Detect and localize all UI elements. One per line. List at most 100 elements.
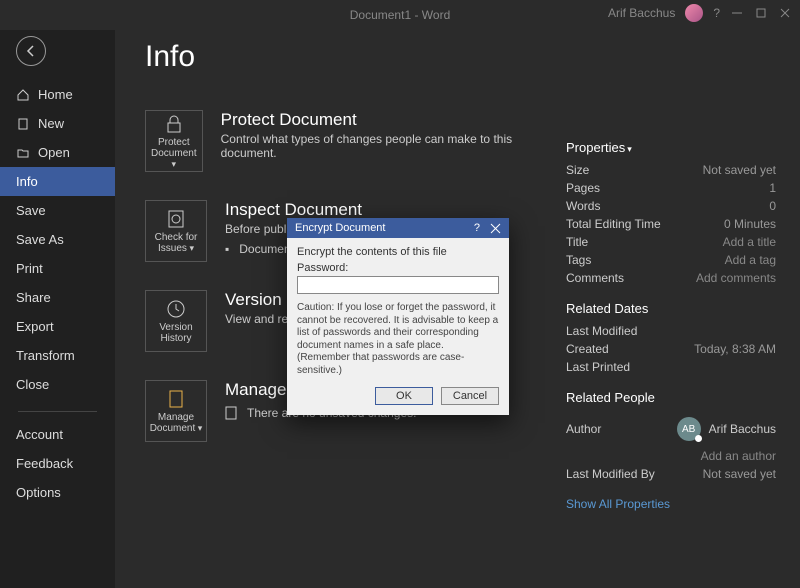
prop-tet-label: Total Editing Time <box>566 217 661 231</box>
document-icon <box>225 406 237 420</box>
manage-document-tile[interactable]: Manage Document <box>145 380 207 442</box>
sidebar-item-print[interactable]: Print <box>0 254 115 283</box>
prop-created-label: Created <box>566 342 609 356</box>
sidebar-label: Transform <box>16 348 75 363</box>
sidebar-item-transform[interactable]: Transform <box>0 341 115 370</box>
show-all-properties-link[interactable]: Show All Properties <box>566 497 776 511</box>
tile-label: Protect Document <box>148 137 200 170</box>
open-icon <box>16 146 30 160</box>
sidebar-label: Options <box>16 485 61 500</box>
prop-last-printed-label: Last Printed <box>566 360 630 374</box>
tile-label: Check for Issues <box>148 232 204 254</box>
prop-tags-label: Tags <box>566 253 591 267</box>
prop-tags-value[interactable]: Add a tag <box>725 253 776 267</box>
ok-button[interactable]: OK <box>375 387 433 405</box>
sidebar-label: Home <box>38 87 73 102</box>
prop-tet-value: 0 Minutes <box>724 217 776 231</box>
sidebar-label: Share <box>16 290 51 305</box>
dialog-subtitle: Encrypt the contents of this file <box>297 246 499 258</box>
sidebar-label: New <box>38 116 64 131</box>
sidebar-label: Account <box>16 427 63 442</box>
dialog-caution: Caution: If you lose or forget the passw… <box>297 302 499 377</box>
inspect-title: Inspect Document <box>225 200 499 220</box>
sidebar-item-account[interactable]: Account <box>0 420 115 449</box>
backstage-sidebar: Home New Open Info Save Save As Print Sh… <box>0 30 115 588</box>
prop-comments-label: Comments <box>566 271 624 285</box>
prop-pages-value: 1 <box>769 181 776 195</box>
prop-author-label: Author <box>566 422 601 436</box>
protect-desc: Control what types of changes people can… <box>221 132 544 160</box>
dialog-close-icon[interactable] <box>490 223 501 234</box>
titlebar: Document1 - Word Arif Bacchus ? <box>0 0 800 30</box>
sidebar-item-export[interactable]: Export <box>0 312 115 341</box>
cancel-button[interactable]: Cancel <box>441 387 499 405</box>
sidebar-label: Close <box>16 377 49 392</box>
prop-title-label: Title <box>566 235 588 249</box>
sidebar-item-share[interactable]: Share <box>0 283 115 312</box>
version-history-tile[interactable]: Version History <box>145 290 207 352</box>
avatar: AB <box>677 417 701 441</box>
inspect-icon <box>165 208 187 230</box>
properties-panel: Properties▾ SizeNot saved yet Pages1 Wor… <box>566 40 776 584</box>
sidebar-item-close[interactable]: Close <box>0 370 115 399</box>
prop-created-value: Today, 8:38 AM <box>694 342 776 356</box>
titlebar-controls: Arif Bacchus ? <box>608 4 792 22</box>
protect-document-tile[interactable]: Protect Document <box>145 110 203 172</box>
sidebar-item-open[interactable]: Open <box>0 138 115 167</box>
sidebar-label: Feedback <box>16 456 73 471</box>
sidebar-item-new[interactable]: New <box>0 109 115 138</box>
new-icon <box>16 117 30 131</box>
author-name: Arif Bacchus <box>709 422 776 436</box>
dialog-title-text: Encrypt Document <box>295 222 474 234</box>
sidebar-label: Open <box>38 145 70 160</box>
sidebar-item-save-as[interactable]: Save As <box>0 225 115 254</box>
user-name: Arif Bacchus <box>608 6 675 20</box>
back-button[interactable] <box>16 36 46 66</box>
author-value[interactable]: AB Arif Bacchus <box>677 417 776 441</box>
close-icon[interactable] <box>778 6 792 20</box>
properties-heading[interactable]: Properties▾ <box>566 140 776 155</box>
user-avatar[interactable] <box>685 4 703 22</box>
prop-size-label: Size <box>566 163 589 177</box>
related-dates-heading: Related Dates <box>566 301 776 316</box>
sidebar-label: Export <box>16 319 54 334</box>
tile-label: Version History <box>148 322 204 344</box>
password-input[interactable] <box>297 276 499 294</box>
divider <box>18 411 97 412</box>
prop-lmb-label: Last Modified By <box>566 467 655 481</box>
minimize-icon[interactable] <box>730 6 744 20</box>
encrypt-document-dialog: Encrypt Document ? Encrypt the contents … <box>287 218 509 415</box>
sidebar-item-info[interactable]: Info <box>0 167 115 196</box>
prop-words-label: Words <box>566 199 600 213</box>
prop-comments-value[interactable]: Add comments <box>696 271 776 285</box>
sidebar-label: Save As <box>16 232 64 247</box>
add-author[interactable]: Add an author <box>701 449 776 463</box>
prop-title-value[interactable]: Add a title <box>723 235 776 249</box>
dialog-titlebar[interactable]: Encrypt Document ? <box>287 218 509 238</box>
dialog-help-icon[interactable]: ? <box>474 222 480 234</box>
prop-words-value: 0 <box>769 199 776 213</box>
sidebar-item-feedback[interactable]: Feedback <box>0 449 115 478</box>
prop-lmb-value: Not saved yet <box>703 467 776 481</box>
sidebar-label: Save <box>16 203 46 218</box>
sidebar-item-options[interactable]: Options <box>0 478 115 507</box>
manage-icon <box>165 388 187 410</box>
doc-title: Document1 - Word <box>350 8 451 22</box>
sidebar-label: Info <box>16 174 38 189</box>
page-title: Info <box>145 40 544 74</box>
home-icon <box>16 88 30 102</box>
tile-label: Manage Document <box>148 412 204 434</box>
check-issues-tile[interactable]: Check for Issues <box>145 200 207 262</box>
help-icon[interactable]: ? <box>713 6 720 20</box>
sidebar-label: Print <box>16 261 43 276</box>
maximize-icon[interactable] <box>754 6 768 20</box>
password-label: Password: <box>297 262 348 274</box>
history-icon <box>165 298 187 320</box>
sidebar-item-home[interactable]: Home <box>0 80 115 109</box>
protect-title: Protect Document <box>221 110 544 130</box>
sidebar-item-save[interactable]: Save <box>0 196 115 225</box>
lock-icon <box>163 113 185 135</box>
related-people-heading: Related People <box>566 390 776 405</box>
prop-size-value: Not saved yet <box>703 163 776 177</box>
prop-last-modified-label: Last Modified <box>566 324 637 338</box>
